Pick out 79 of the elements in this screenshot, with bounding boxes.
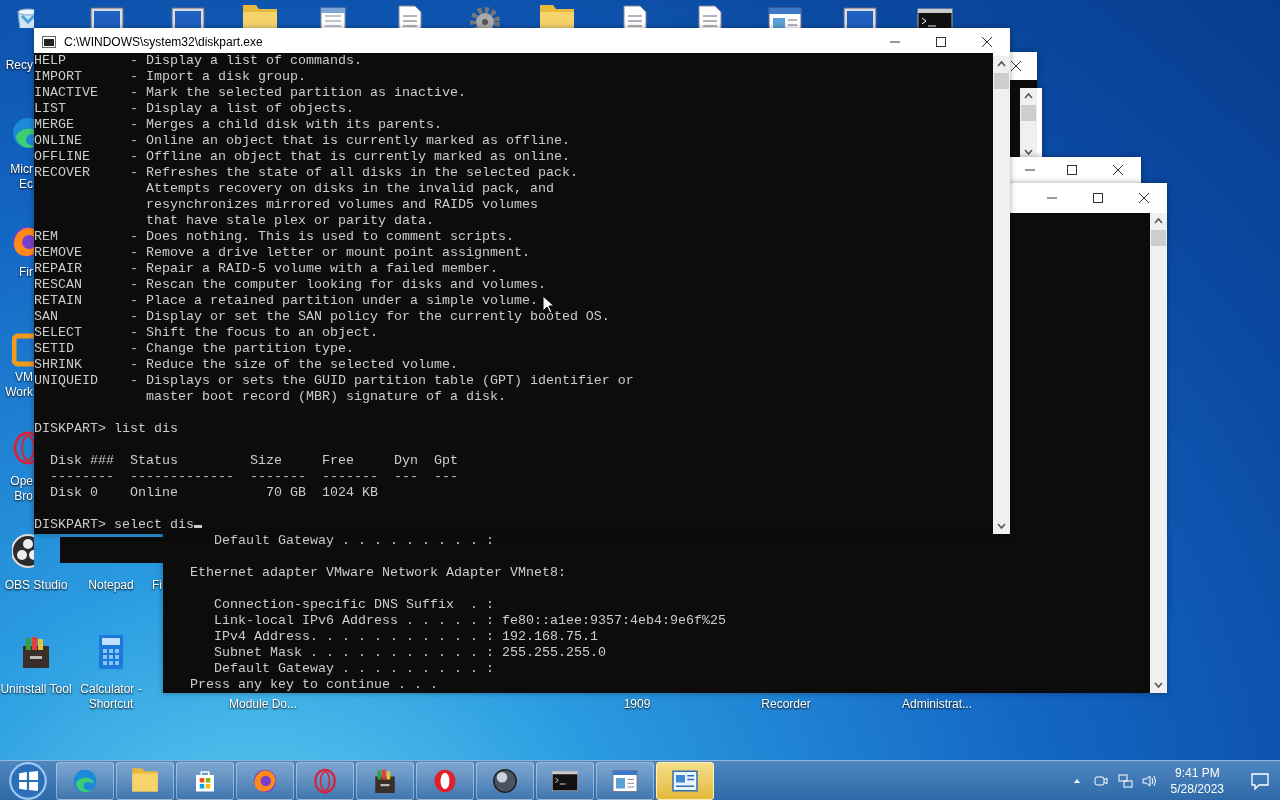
icon-label: Recorder xyxy=(761,697,811,712)
window-title: C:\WINDOWS\system32\diskpart.exe xyxy=(64,35,263,49)
console-app-icon xyxy=(42,36,56,48)
close-icon xyxy=(1138,192,1150,204)
console-line: LIST - Display a list of objects. xyxy=(34,101,354,117)
folder-icon xyxy=(537,2,577,28)
console-line: Default Gateway . . . . . . . . . : xyxy=(213,661,494,677)
close-icon xyxy=(1112,164,1124,176)
start-button[interactable] xyxy=(8,761,48,800)
console-line: resynchronizes mirrored volumes and RAID5 volumes xyxy=(144,197,538,213)
console-line: Press any key to continue . . . xyxy=(190,677,438,693)
console-line: Subnet Mask . . . . . . . . . . . : 255.255.255.0 xyxy=(213,645,606,661)
console-line: DISKPART> list dis xyxy=(34,421,178,437)
scroll-down-icon[interactable] xyxy=(1154,680,1163,689)
scroll-down-icon[interactable] xyxy=(997,521,1006,530)
icon-label: Fir xyxy=(19,265,33,280)
network-icon[interactable] xyxy=(1116,772,1133,789)
console-line: REMOVE - Remove a drive letter or mount point assignment. xyxy=(34,245,530,261)
console-line: SETID - Change the partition type. xyxy=(34,341,354,357)
console-line: Disk 0 Online 70 GB 1024 KB xyxy=(49,485,378,501)
maximize-icon xyxy=(1092,192,1104,204)
console-line: -------- ------------- ------- ------- --- --- xyxy=(49,469,458,485)
maximize-icon xyxy=(935,36,947,48)
folder-icon xyxy=(240,2,280,28)
console-line: Ethernet adapter VMware Network Adapter VMnet8: xyxy=(190,565,566,581)
console-line: REPAIR - Repair a RAID-5 volume with a failed member. xyxy=(34,261,498,277)
scroll-thumb[interactable] xyxy=(1021,105,1036,121)
scroll-up-icon[interactable] xyxy=(1024,92,1033,101)
scrollbar[interactable] xyxy=(1020,88,1037,160)
scrollbar[interactable] xyxy=(993,56,1010,534)
console-line: MERGE - Merges a child disk with its parents. xyxy=(34,117,442,133)
console-line: RESCAN - Rescan the computer looking for disks and volumes. xyxy=(34,277,546,293)
close-icon xyxy=(1010,60,1022,72)
icon-label: Recy xyxy=(5,58,33,73)
icon-label: OBS Studio xyxy=(4,578,68,593)
console-line: UNIQUEID - Displays or sets the GUID partition table (GPT) identifier or xyxy=(34,373,634,389)
scroll-up-icon[interactable] xyxy=(1154,217,1163,226)
console-line: Connection-specific DNS Suffix . : xyxy=(213,597,494,613)
clock-time: 9:41 PM xyxy=(1174,764,1220,781)
icon-label: Micr Ec xyxy=(10,162,33,192)
icon-label: Fi xyxy=(152,578,162,593)
scroll-down-icon[interactable] xyxy=(1024,147,1033,156)
scrollbar[interactable] xyxy=(1150,213,1167,693)
console-line: SHRINK - Reduce the size of the selected volume. xyxy=(34,357,458,373)
console-line: IPv4 Address. . . . . . . . . . . : 192.168.75.1 xyxy=(213,629,598,645)
icon-label: Notepad xyxy=(88,578,134,593)
icon-label: Uninstall Tool xyxy=(0,682,72,697)
console-line: ONLINE - Online an object that is currently marked as offline. xyxy=(34,133,570,149)
speech-bubble-icon xyxy=(1250,770,1270,791)
scroll-up-icon[interactable] xyxy=(997,60,1006,69)
console-line: RECOVER - Refreshes the state of all disks in the selected pack. xyxy=(34,165,578,181)
clock-date: 5/28/2023 xyxy=(1170,780,1224,797)
console-line: DISKPART> select dis xyxy=(34,517,202,533)
scroll-thumb[interactable] xyxy=(994,73,1009,89)
console-line: that have stale plex or parity data. xyxy=(144,213,434,229)
console-line: Attempts recovery on disks in the invalid pack, and xyxy=(144,181,554,197)
icon-label: Calculator - Shortcut xyxy=(80,682,142,712)
console-line: REM - Does nothing. This is used to comment scripts. xyxy=(34,229,514,245)
speaker-icon[interactable] xyxy=(1140,772,1157,789)
start-orb-icon xyxy=(8,760,48,800)
console-line: RETAIN - Place a retained partition under a simple volume. xyxy=(34,293,538,309)
console-line: master boot record (MBR) signature of a disk. xyxy=(144,389,506,405)
icon-label: Module Do... xyxy=(229,697,297,712)
console-line: SAN - Display or set the SAN policy for the currently booted OS. xyxy=(34,309,610,325)
icon-label: Ope Bro xyxy=(10,474,33,504)
console-line: SELECT - Shift the focus to an object. xyxy=(34,325,378,341)
scroll-thumb[interactable] xyxy=(1151,230,1166,246)
console-line: HELP - Display a list of commands. xyxy=(34,53,362,69)
console-line: Default Gateway . . . . . . . . . : xyxy=(213,533,494,549)
icon-label: 1909 xyxy=(623,697,651,712)
console-line: INACTIVE - Mark the selected partition as inactive. xyxy=(34,85,466,101)
maximize-icon xyxy=(1066,164,1078,176)
console-line: Disk ### Status Size Free Dyn Gpt xyxy=(49,453,458,469)
icon-label: VM Work xyxy=(5,370,33,400)
icon-label: Administrat... xyxy=(902,697,972,712)
close-icon xyxy=(981,36,993,48)
console-line: Link-local IPv6 Address . . . . . : fe80::a1ee:9357:4eb4:9e6f%25 xyxy=(213,613,726,629)
console-line: IMPORT - Import a disk group. xyxy=(34,69,306,85)
console-line: OFFLINE - Offline an object that is currently marked as online. xyxy=(34,149,570,165)
